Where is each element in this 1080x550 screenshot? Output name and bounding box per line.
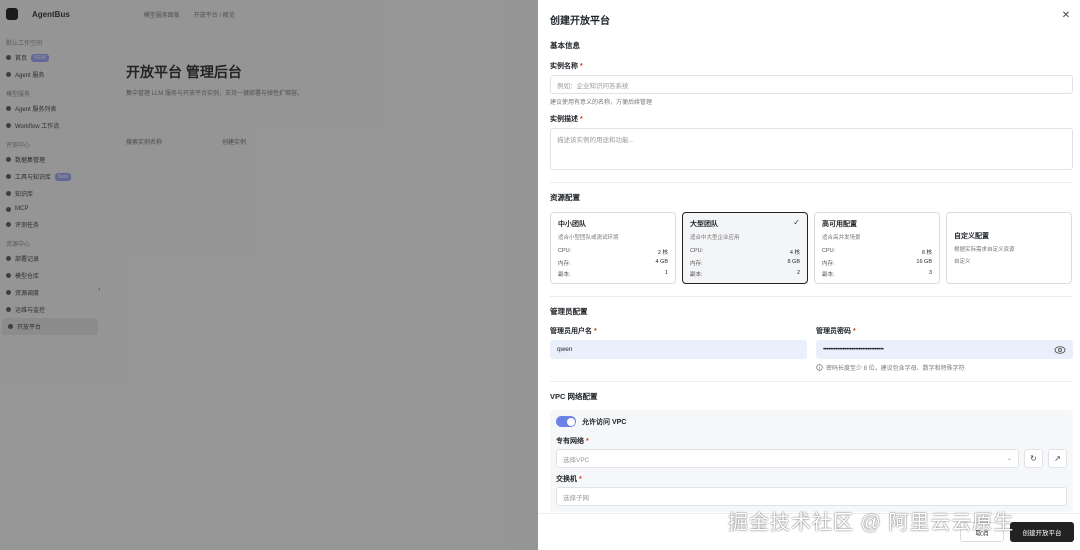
card-row-replica: 副本: 3 xyxy=(822,270,932,278)
card-row-replica: 副本: 1 xyxy=(558,270,668,278)
instance-name-input[interactable]: 例如：企业知识问答系统 xyxy=(550,75,1073,94)
watermark: 掘金技术社区 @ 阿里云云原生 xyxy=(728,512,1015,534)
name-label: 实例名称 * xyxy=(550,63,583,70)
vpc-toggle[interactable] xyxy=(556,416,576,427)
admin-fields: 管理员用户名 * qwen 管理员密码 * ••••••••••••••••••… xyxy=(550,326,1073,372)
card-row-mem: 内存: 4 GB xyxy=(558,259,668,267)
resource-card-small[interactable]: 中小团队 适合小型团队或测试环境 CPU: 2 核 内存: 4 GB 副本: 1 xyxy=(550,212,676,284)
section-vpc-title: VPC 网络配置 xyxy=(550,392,598,401)
switch-label: 交换机 * xyxy=(556,476,582,483)
close-icon[interactable]: ✕ xyxy=(1060,10,1072,22)
drawer-title: 创建开放平台 xyxy=(550,16,610,27)
refresh-button[interactable]: ↻ xyxy=(1024,449,1043,468)
card-row-cpu: CPU: 2 核 xyxy=(558,248,668,256)
card-row-cpu: CPU: 4 核 xyxy=(690,248,800,256)
card-row-mem: 内存: 8 GB xyxy=(690,259,800,267)
open-external-button[interactable]: ↗ xyxy=(1048,449,1067,468)
resource-cards: 中小团队 适合小型团队或测试环境 CPU: 2 核 内存: 4 GB 副本: 1 ✓ … xyxy=(550,212,1073,284)
info-icon xyxy=(816,364,823,371)
section-resources-title: 资源配置 xyxy=(550,193,580,202)
password-hint: 密码长度至少 8 位，建议包含字母、数字和特殊字符 xyxy=(816,363,1073,372)
name-hint: 建议使用有意义的名称，方便后续管理 xyxy=(550,100,653,106)
section-basic-title: 基本信息 xyxy=(550,41,580,50)
refresh-icon: ↻ xyxy=(1030,454,1037,463)
chevron-down-icon: ⌄ xyxy=(1006,456,1012,462)
check-icon: ✓ xyxy=(793,218,800,227)
section-admin-title: 管理员配置 xyxy=(550,307,588,316)
card-row-mem: 内存: 16 GB xyxy=(822,259,932,267)
vpc-label: 专有网络 * xyxy=(556,438,589,445)
card-row-replica: 副本: 2 xyxy=(690,270,800,278)
admin-password-input[interactable]: •••••••••••••••••••••••••••••••••• xyxy=(816,340,1073,359)
modal-overlay[interactable] xyxy=(0,0,538,550)
resource-card-ha[interactable]: 高可用配置 适合高并发场景 CPU: 8 核 内存: 16 GB 副本: 3 xyxy=(814,212,940,284)
create-platform-button[interactable]: 创建开放平台 xyxy=(1010,522,1074,542)
vpc-select[interactable]: 选择VPC ⌄ xyxy=(556,449,1019,468)
drawer-content: 基本信息 实例名称 * 例如：企业知识问答系统 建议使用有意义的名称，方便后续管… xyxy=(550,40,1073,512)
resource-card-custom[interactable]: 自定义配置 根据实际需求自定义资源 自定义 xyxy=(946,212,1072,284)
admin-password-label: 管理员密码 * xyxy=(816,328,856,335)
create-drawer: 创建开放平台 ✕ 基本信息 实例名称 * 例如：企业知识问答系统 建议使用有意义… xyxy=(538,0,1080,550)
admin-username-label: 管理员用户名 * xyxy=(550,328,597,335)
switch-select[interactable]: 选择子网 xyxy=(556,487,1067,506)
admin-username-input[interactable]: qwen xyxy=(550,340,807,359)
external-link-icon: ↗ xyxy=(1054,454,1061,463)
card-row-cpu: CPU: 8 核 xyxy=(822,248,932,256)
resource-card-large[interactable]: ✓ 大型团队 适合中大型企业应用 CPU: 4 核 内存: 8 GB 副本: 2 xyxy=(682,212,808,284)
description-label: 实例描述 * xyxy=(550,116,583,123)
instance-description-textarea[interactable]: 描述该实例的用途和功能... xyxy=(550,128,1073,170)
eye-icon[interactable] xyxy=(1054,345,1066,355)
vpc-toggle-label: 允许访问 VPC xyxy=(582,418,627,426)
vpc-box: 允许访问 VPC 专有网络 * 选择VPC ⌄ ↻ ↗ 交换机 * 选择子网 xyxy=(550,410,1073,512)
